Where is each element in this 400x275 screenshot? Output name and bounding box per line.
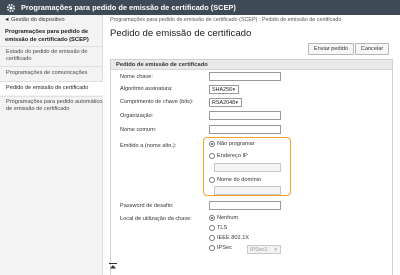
ipsec-select-value: IPSec1 — [250, 246, 268, 253]
back-link-device-management[interactable]: ◄ Gestão do dispositivo — [4, 17, 65, 23]
cancel-button[interactable]: Cancelar — [355, 43, 389, 55]
radio-usage-ipsec[interactable]: IPSec — [209, 245, 232, 251]
organization-label: Organização: — [120, 113, 154, 119]
key-usage-label: Local de utilização da chave: — [120, 216, 192, 222]
page-title: Pedido de emissão de certificado — [110, 28, 252, 39]
key-length-label: Comprimento de chave (bits): — [120, 99, 194, 105]
radio-usage-tls-label: TLS — [217, 225, 228, 231]
ip-address-input[interactable] — [214, 163, 281, 172]
key-name-input[interactable] — [209, 72, 281, 81]
sidebar: ◄ Gestão do dispositivo Programações par… — [0, 15, 103, 275]
sidebar-item-certificate-request[interactable]: Pedido de emissão de certificado — [0, 81, 103, 95]
radio-dot — [209, 153, 215, 159]
radio-usage-tls[interactable]: TLS — [209, 225, 227, 231]
key-length-select[interactable]: RSA2048 ▼ — [209, 98, 242, 107]
radio-dot — [209, 235, 215, 241]
issued-to-label: Emitido a (nome altn.): — [120, 143, 177, 149]
send-request-button[interactable]: Enviar pedido — [308, 43, 354, 55]
sidebar-item-auto-request[interactable]: Programações para pedido automático de e… — [0, 96, 103, 123]
radio-do-not-set[interactable]: Não programar — [209, 141, 255, 147]
ipsec-select[interactable]: IPSec1 ▼ — [247, 245, 281, 254]
radio-dot — [209, 225, 215, 231]
organization-input[interactable] — [209, 111, 281, 120]
radio-ip-address-label: Endereço IP — [217, 153, 248, 159]
common-name-label: Nome comum: — [120, 127, 157, 133]
panel-heading: Pedido de emissão de certificado — [111, 60, 392, 70]
radio-dot — [209, 177, 215, 183]
radio-usage-ieee[interactable]: IEEE 802.1X — [209, 235, 249, 241]
signature-algorithm-label: Algoritmo assinatura: — [120, 86, 173, 92]
radio-dot — [209, 245, 215, 251]
key-length-value: RSA2048 — [212, 99, 236, 106]
app-header: Programações para pedido de emissão de c… — [0, 0, 400, 15]
radio-usage-none[interactable]: Nenhum — [209, 215, 238, 221]
signature-algorithm-select[interactable]: SHA256 ▼ — [209, 85, 239, 94]
radio-usage-ieee-label: IEEE 802.1X — [217, 235, 250, 241]
sidebar-item-request-status[interactable]: Estado do pedido de emissão de certifica… — [0, 46, 103, 65]
chevron-down-icon: ▼ — [273, 247, 278, 252]
scroll-to-top-icon[interactable] — [109, 263, 117, 269]
radio-usage-ipsec-label: IPSec — [217, 245, 232, 251]
challenge-password-label: Password de desafio: — [120, 203, 174, 209]
challenge-password-input[interactable] — [209, 201, 281, 210]
chevron-down-icon: ▼ — [231, 87, 236, 92]
radio-domain-name-label: Nome do domínio — [217, 177, 262, 183]
breadcrumb: Programações para pedido de emissão de c… — [110, 17, 342, 23]
chevron-down-icon: ▼ — [234, 100, 239, 105]
domain-name-input[interactable] — [214, 186, 281, 195]
sidebar-item-communication-settings[interactable]: Programações de comunicações — [0, 66, 103, 80]
common-name-input[interactable] — [209, 125, 281, 134]
radio-do-not-set-label: Não programar — [217, 141, 255, 147]
gear-icon — [7, 3, 15, 12]
radio-domain-name[interactable]: Nome do domínio — [209, 177, 261, 183]
radio-dot-selected — [209, 215, 215, 221]
radio-usage-none-label: Nenhum — [217, 215, 239, 221]
key-name-label: Nome chave: — [120, 74, 153, 80]
radio-ip-address[interactable]: Endereço IP — [209, 153, 248, 159]
signature-algorithm-value: SHA256 — [212, 86, 233, 93]
app-title: Programações para pedido de emissão de c… — [21, 3, 236, 12]
sidebar-section-title: Programações para pedido de emissão de c… — [5, 29, 89, 43]
radio-dot-selected — [209, 141, 215, 147]
